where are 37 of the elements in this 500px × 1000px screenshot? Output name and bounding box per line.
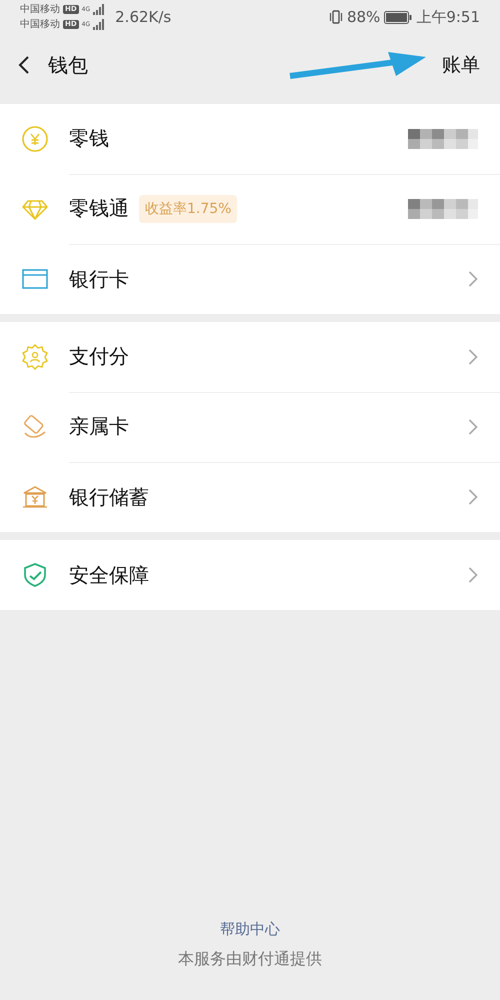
menu-label: 支付分 — [69, 343, 129, 370]
menu-label: 银行储蓄 — [69, 484, 149, 510]
menu-label: 零钱通 — [69, 195, 129, 222]
chevron-icon — [468, 348, 478, 366]
signal-icon — [93, 19, 106, 30]
menu-row[interactable]: 银行卡 — [0, 244, 500, 314]
yuan-coin-icon — [21, 125, 49, 153]
menu-row[interactable]: 零钱通 收益率1.75% — [0, 174, 500, 244]
battery-percent: 88% — [346, 8, 380, 26]
chevron-icon — [468, 270, 478, 288]
menu-row[interactable]: 支付分 — [0, 322, 500, 392]
provider-note: 本服务由财付通提供 — [178, 949, 322, 970]
clock: 上午9:51 — [416, 8, 480, 26]
chevron-icon — [468, 418, 478, 436]
menu-label: 亲属卡 — [69, 413, 129, 440]
chevron-icon — [468, 488, 478, 506]
page-title: 钱包 — [48, 52, 88, 78]
battery-icon — [384, 10, 412, 24]
menu-row[interactable]: 零钱 — [0, 104, 500, 174]
menu-label: 安全保障 — [69, 562, 149, 588]
menu-row[interactable]: 安全保障 — [0, 540, 500, 610]
menu-row[interactable]: 亲属卡 — [0, 392, 500, 462]
bill-button[interactable]: 账单 — [442, 52, 480, 78]
menu-label: 零钱 — [69, 125, 109, 152]
menu-label: 银行卡 — [69, 266, 129, 292]
yield-tag: 收益率1.75% — [139, 194, 238, 222]
chevron-icon — [468, 566, 478, 584]
shield-icon — [21, 561, 49, 589]
vibrate-icon — [328, 9, 343, 25]
carrier-name: 中国移动 — [20, 2, 60, 17]
back-icon — [18, 55, 30, 75]
carrier-name: 中国移动 — [20, 18, 60, 32]
badge-icon — [21, 343, 49, 371]
menu-row[interactable]: 银行储蓄 — [0, 462, 500, 532]
signal-icon — [93, 4, 106, 15]
network-speed: 2.62K/s — [115, 8, 172, 26]
help-center-link[interactable]: 帮助中心 — [220, 920, 280, 939]
